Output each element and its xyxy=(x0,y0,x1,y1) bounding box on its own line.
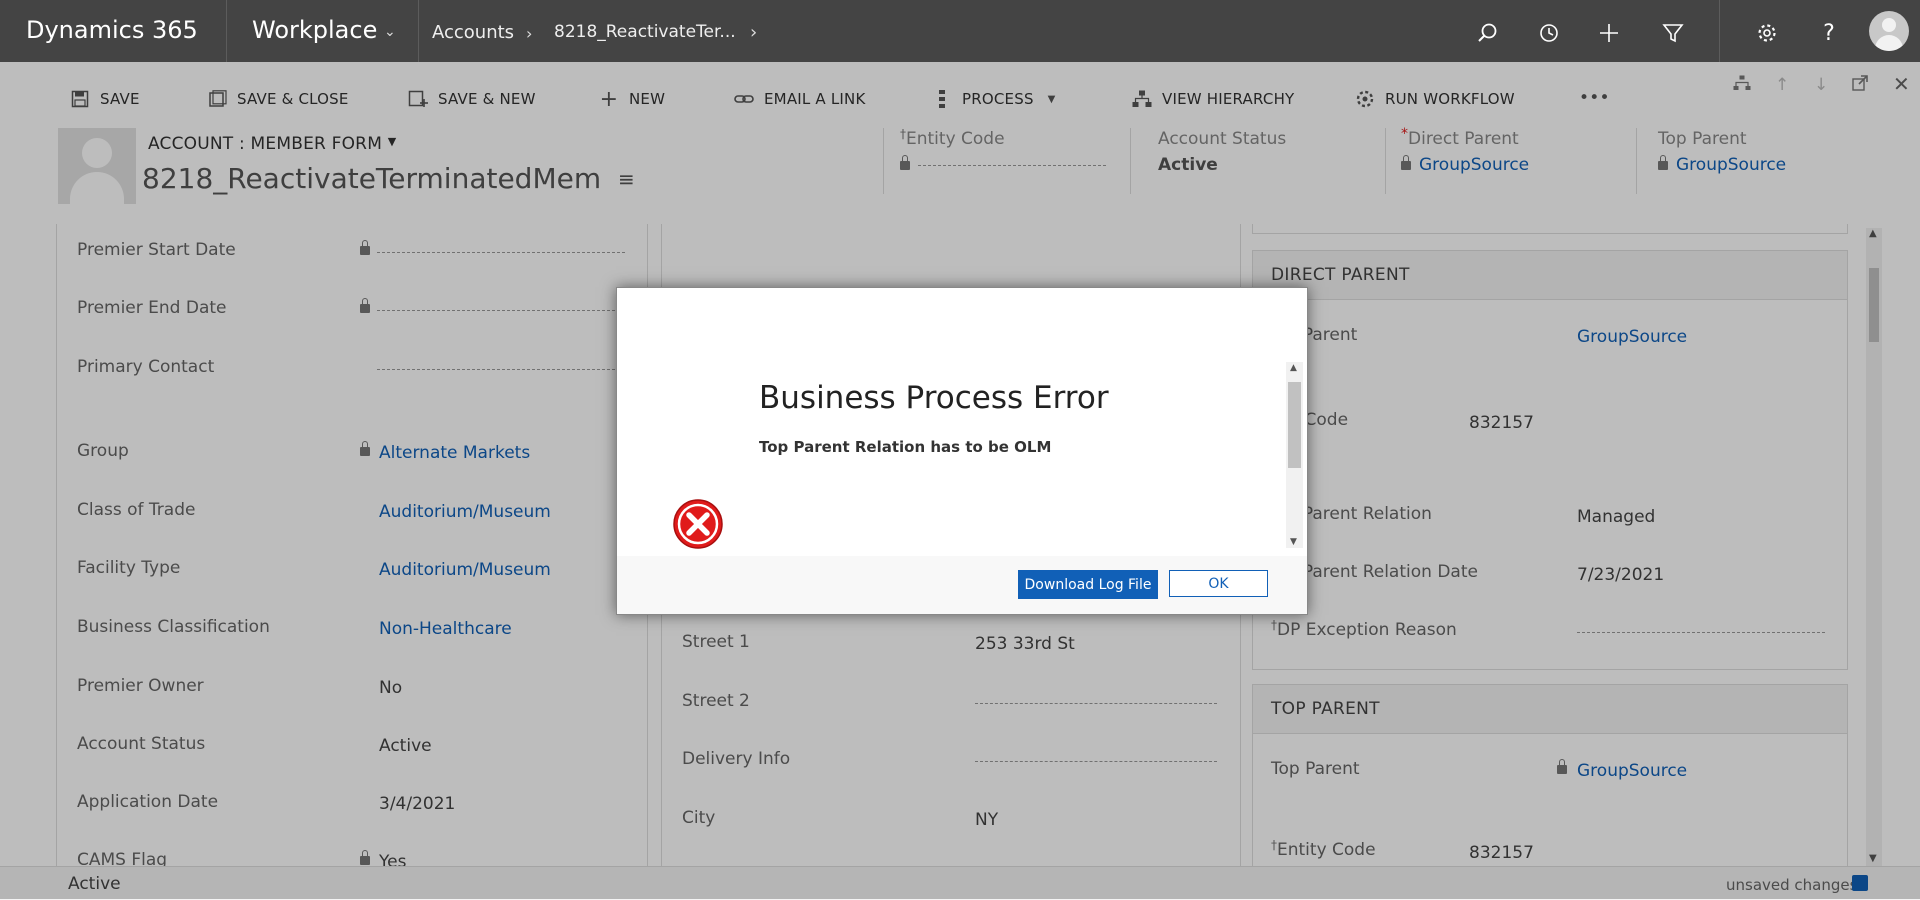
dialog-scrollbar-thumb[interactable] xyxy=(1288,382,1301,468)
history-icon[interactable] xyxy=(1534,18,1564,48)
nav-divider xyxy=(1719,0,1720,62)
dialog-message: Top Parent Relation has to be OLM xyxy=(759,438,1052,456)
chevron-right-icon: › xyxy=(526,24,533,43)
nav-divider xyxy=(418,0,419,62)
scroll-down-arrow-icon[interactable]: ▼ xyxy=(1290,537,1297,547)
scroll-up-arrow-icon[interactable]: ▲ xyxy=(1290,363,1297,373)
error-icon xyxy=(672,498,724,550)
chevron-right-icon[interactable]: › xyxy=(750,22,757,43)
ok-button[interactable]: OK xyxy=(1169,570,1268,597)
breadcrumb-accounts[interactable]: Accounts xyxy=(432,22,514,43)
search-icon[interactable] xyxy=(1472,18,1502,48)
top-navigation-bar: Dynamics 365 Workplace ⌄ Accounts › 8218… xyxy=(0,0,1920,62)
dialog-scrollbar[interactable]: ▲ ▼ xyxy=(1286,362,1303,548)
breadcrumb-record[interactable]: 8218_ReactivateTer... xyxy=(554,22,736,42)
dialog-button-bar: Download Log File OK xyxy=(617,556,1307,614)
app-area-selector[interactable]: Workplace xyxy=(252,16,377,44)
app-brand[interactable]: Dynamics 365 xyxy=(26,16,198,44)
chevron-down-icon[interactable]: ⌄ xyxy=(384,24,396,40)
dialog-title: Business Process Error xyxy=(759,380,1109,416)
help-icon[interactable]: ? xyxy=(1814,18,1844,48)
nav-divider xyxy=(226,0,227,62)
user-avatar[interactable] xyxy=(1869,11,1909,51)
plus-icon[interactable] xyxy=(1594,18,1624,48)
download-log-file-button[interactable]: Download Log File xyxy=(1018,570,1158,599)
gear-icon[interactable] xyxy=(1752,18,1782,48)
filter-icon[interactable] xyxy=(1658,18,1688,48)
business-process-error-dialog: Business Process Error Top Parent Relati… xyxy=(616,287,1308,615)
